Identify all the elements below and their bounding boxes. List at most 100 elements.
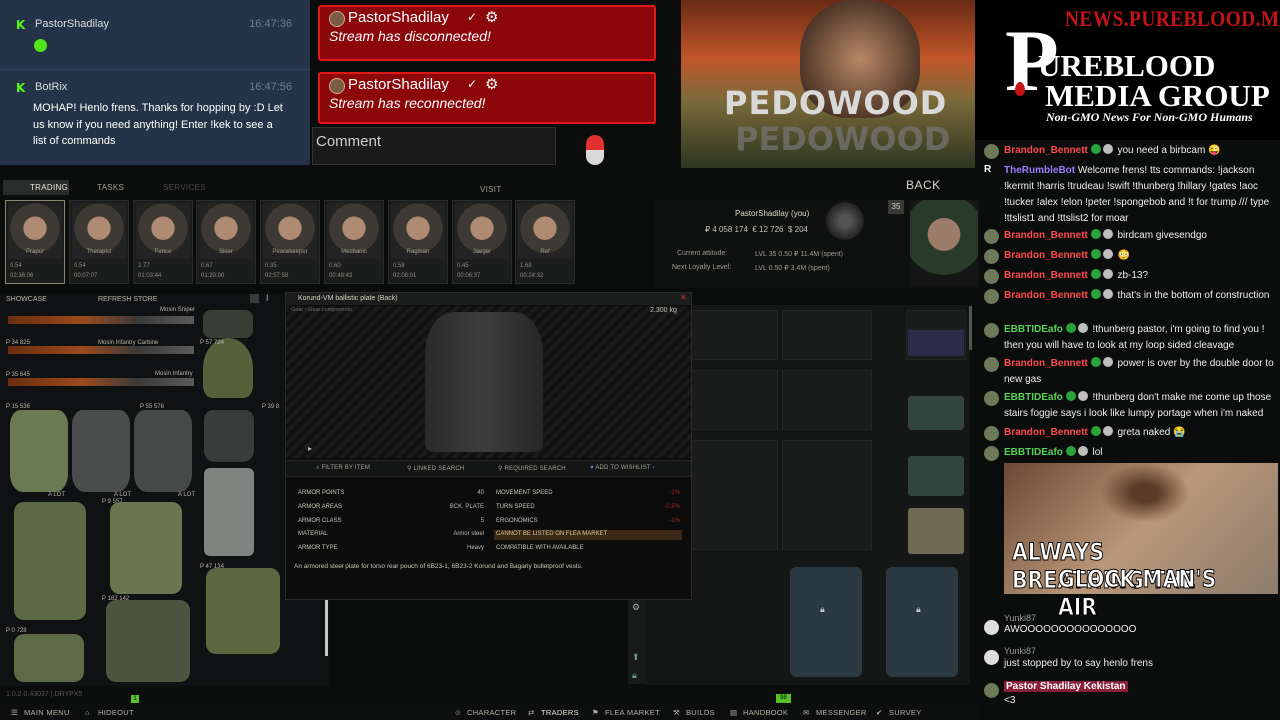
item-price: P 39 8 [262,404,280,410]
stream-alert: PastorShadilay ✓ ⚙ Stream has disconnect… [318,5,656,61]
menu-hideout[interactable]: HIDEOUT [98,708,134,717]
menu-messenger[interactable]: MESSENGER [816,708,867,717]
chat-text: <3 [1004,695,1016,706]
badge-icon [1077,323,1088,333]
close-button[interactable]: ✕ [680,293,687,302]
chat-username[interactable]: Brandon_Bennett [1004,250,1088,261]
stash-case[interactable] [886,567,958,677]
logo-tagline: Non-GMO News For Non-GMO Humans [1046,110,1253,124]
chat-username[interactable]: Brandon_Bennett [1004,145,1088,156]
menu-character[interactable]: CHARACTER [467,708,516,717]
linked-search-button[interactable]: ⚲ LINKED SEARCH [407,465,464,472]
trader-card-skier[interactable]: Skier 0.67 01:20:00 [196,200,256,284]
main-menu-icon: ☰ [11,708,19,717]
trader-standing: 2.77 [138,263,150,269]
trader-card-jaeger[interactable]: Jaeger 0.45 00:06:37 [452,200,512,284]
stash-item[interactable] [908,396,964,430]
inventory-item-vest[interactable] [14,634,84,682]
pin-icon[interactable]: ⬆ [632,652,640,663]
stash-item[interactable] [908,508,964,554]
badge-icon [1065,391,1076,401]
inventory-item-helmet[interactable] [203,310,253,338]
chat-username[interactable]: TheRumbleBot [1004,165,1075,176]
avatar [984,391,999,406]
trader-card-peacekeeper[interactable]: Peacekeeper 0.35 02:57:58 [260,200,320,284]
inventory-item-rifle[interactable] [8,316,194,324]
chat-username[interactable]: PastorShadilay [35,18,109,30]
pill-icon [586,135,604,165]
tab-services[interactable]: SERVICES [163,183,206,192]
avatar [984,357,999,372]
trader-card-mechanic[interactable]: Mechanic 0.60 00:48:43 [324,200,384,284]
inventory-item-plate[interactable] [72,410,130,492]
inventory-item-vest[interactable] [206,568,280,654]
inventory-item-plate[interactable] [134,410,192,492]
menu-builds[interactable]: BUILDS [686,708,715,717]
tab-trading[interactable]: TRADING [30,183,68,192]
stash-case[interactable] [790,567,862,677]
grid-view-icon[interactable] [250,294,259,303]
tab-tasks[interactable]: TASKS [97,183,124,192]
showcase-label[interactable]: SHOWCASE [6,296,47,303]
stash-cell[interactable] [782,310,872,360]
chat-username[interactable]: Brandon_Bennett [1004,230,1088,241]
stash-cell[interactable] [688,370,778,430]
required-search-button[interactable]: ⚲ REQUIRED SEARCH [498,465,566,472]
menu-traders[interactable]: TRADERS [541,708,579,717]
chat-username[interactable]: EBBTIDEafo [1004,324,1063,335]
add-to-wishlist-button[interactable]: ♥ ADD TO WISHLIST › [590,465,655,471]
menu-survey[interactable]: SURVEY [889,708,922,717]
chat-username[interactable]: Brandon_Bennett [1004,290,1088,301]
cursor-icon: ▸ [308,444,313,453]
stash-cell[interactable] [688,440,778,550]
chat-username[interactable]: Brandon_Bennett [1004,358,1088,369]
back-button[interactable]: BACK [906,178,941,192]
loyalty-label: Next Loyalty Level: [672,264,732,271]
stash-item[interactable] [908,330,964,356]
trader-card-fence[interactable]: Fence 2.77 01:03:44 [133,200,193,284]
inventory-item-plate[interactable] [204,410,254,462]
trader-restock-timer: 00:24:32 [520,273,544,279]
stash-cell[interactable] [782,370,872,430]
inventory-item-vest[interactable] [14,502,86,620]
trader-card-ref[interactable]: Ref 1.68 00:24:32 [515,200,575,284]
settings-icon[interactable]: ⚙ [632,602,640,613]
stash-item[interactable] [908,456,964,496]
gear-icon: ⚙ [485,76,499,93]
stat-label[interactable]: COMPATIBLE WITH AVAILABLE [496,545,584,551]
chat-username[interactable]: Brandon_Bennett [1004,270,1088,281]
chat-username[interactable]: EBBTIDEafo [1004,392,1063,403]
menu-flea-market[interactable]: FLEA MARKET [605,708,660,717]
inventory-item-canister[interactable] [204,468,254,556]
inventory-item-rifle[interactable] [8,346,194,354]
stash-cell[interactable] [688,310,778,360]
comment-input[interactable]: Comment [312,127,556,165]
chat-username[interactable]: Brandon_Bennett [1004,427,1088,438]
inventory-item-rifle[interactable] [8,378,194,386]
trader-name: Peacekeeper [272,249,308,255]
chat-message: EBBTIDEafo lol [1004,445,1276,461]
inventory-item-vest[interactable] [106,600,190,682]
lock-icon[interactable]: 🔒︎ [632,670,637,681]
trader-card-therapist[interactable]: Therapist 0.54 00:07:07 [69,200,129,284]
scrollbar[interactable] [969,306,972,350]
filter-by-item-button[interactable]: ⌕ FILTER BY ITEM [316,465,370,472]
chat-username[interactable]: BotRix [35,81,67,93]
menu-main-menu[interactable]: MAIN MENU [24,708,70,717]
inventory-item-vest[interactable] [110,502,182,594]
trader-card-ragman[interactable]: Ragman 0.58 02:08:01 [388,200,448,284]
list-view-icon[interactable]: I [266,293,269,303]
scrollbar[interactable] [325,600,328,656]
stash-cell[interactable] [782,440,872,550]
tab-visit[interactable]: VISIT [480,185,502,194]
refresh-store-button[interactable]: REFRESH STORE [98,296,157,303]
chat-text: lol [1092,447,1103,458]
item-label: Mosin Sniper [160,307,196,313]
chat-username[interactable]: EBBTIDEafo [1004,447,1063,458]
inventory-item-helmet[interactable] [203,338,253,398]
inventory-item-plate[interactable] [10,410,68,492]
menu-handbook[interactable]: HANDBOOK [743,708,788,717]
avatar [984,269,999,284]
chat-username[interactable]: Pastor Shadilay Kekistan [1004,681,1128,692]
trader-card-prapor[interactable]: Prapor 0.54 02:36:06 [5,200,65,284]
